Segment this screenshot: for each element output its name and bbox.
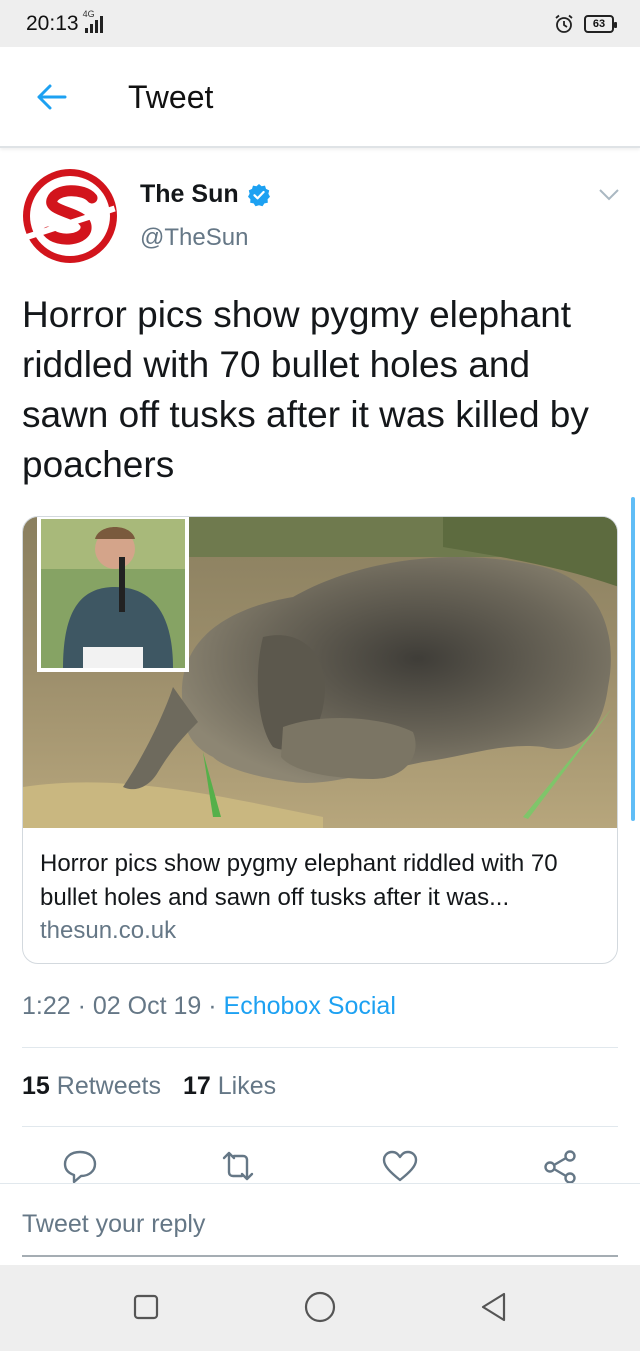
back-arrow-icon[interactable] [34,82,68,112]
link-card[interactable]: Horror pics show pygmy elephant riddled … [22,516,618,964]
reply-input[interactable]: Tweet your reply [22,1210,205,1239]
meta-separator: · [77,992,93,1020]
author-name-text: The Sun [140,180,239,208]
meta-separator: · [208,992,224,1020]
alarm-icon [555,14,573,33]
tweet-date: 02 Oct 19 [92,992,202,1020]
status-time: 20:13 [26,11,79,35]
avatar[interactable] [22,168,118,264]
status-right: 63 [554,14,617,34]
likes-label: Likes [217,1072,277,1100]
reply-bar: Tweet your reply [0,1183,640,1266]
battery-icon: 63 [584,14,617,33]
retweet-icon[interactable] [218,1148,258,1184]
retweets-stat[interactable]: 15 Retweets [22,1072,161,1101]
page-title: Tweet [128,79,214,115]
system-nav-bar [0,1265,640,1351]
signal-icon: 4G [83,9,103,33]
likes-stat[interactable]: 17 Likes [183,1072,276,1101]
nav-back-icon[interactable] [474,1287,514,1327]
status-time-group: 20:13 4G [26,9,103,36]
share-icon[interactable] [540,1148,580,1184]
scrollbar-thumb[interactable] [631,497,635,821]
likes-count: 17 [182,1072,211,1100]
tweet-text: Horror pics show pygmy elephant riddled … [22,294,589,485]
author-handle[interactable]: @TheSun [140,224,248,252]
nav-recents-icon[interactable] [126,1287,166,1327]
tweet-meta: 1:22 · 02 Oct 19 · Echobox Social [22,992,396,1021]
divider [22,1126,618,1127]
chevron-down-icon[interactable] [598,188,620,202]
author-name[interactable]: The Sun [140,180,271,209]
nav-home-icon[interactable] [300,1287,340,1327]
card-image [23,517,617,828]
status-bar: 20:13 4G 63 [0,0,640,47]
card-domain: thesun.co.uk [40,917,177,944]
network-type: 4G [82,8,95,19]
retweets-label: Retweets [56,1072,161,1100]
divider [22,1047,618,1048]
tweet-actions [0,1148,640,1184]
tweet-time: 1:22 [22,992,71,1020]
tweet-stats: 15 Retweets 17 Likes [22,1072,276,1101]
like-icon[interactable] [380,1148,420,1184]
retweets-count: 15 [22,1072,50,1100]
top-app-bar: Tweet [0,47,640,148]
reply-underline [22,1255,618,1257]
tweet-source-link[interactable]: Echobox Social [224,992,396,1020]
reply-icon[interactable] [60,1148,100,1184]
card-title: Horror pics show pygmy elephant riddled … [40,850,558,911]
verified-icon [247,183,270,206]
